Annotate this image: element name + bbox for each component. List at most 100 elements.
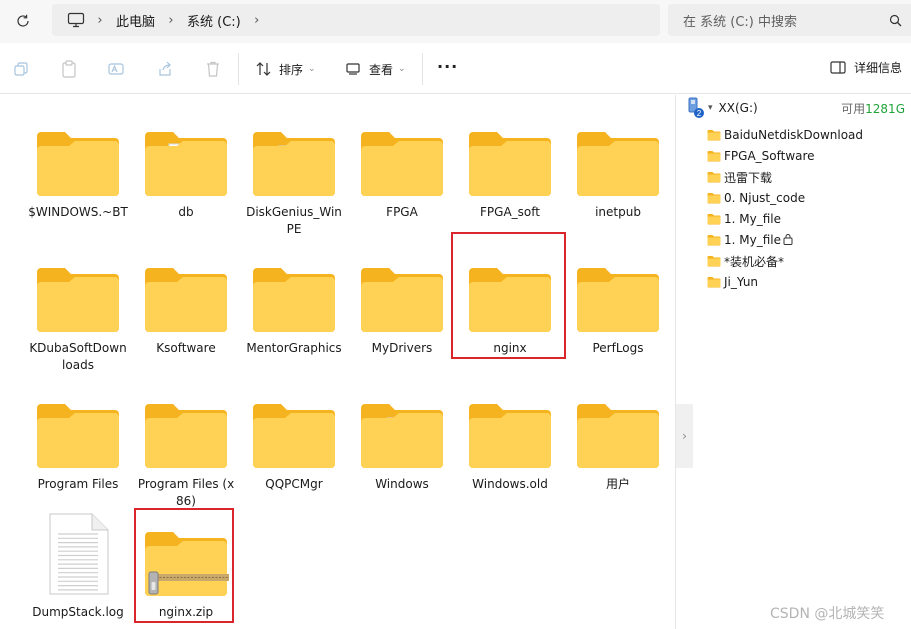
tree-folder-item[interactable]: 0. Njust_code (707, 188, 805, 208)
item-label: Windows.old (472, 477, 548, 491)
delete-icon[interactable] (203, 59, 223, 79)
folder-item[interactable]: QQPCMgr (244, 384, 344, 493)
folder-item[interactable]: MentorGraphics (244, 248, 344, 357)
folder-icon (136, 248, 236, 334)
item-label: Ksoftware (156, 341, 216, 355)
drive-free-space: 可用1281G (841, 100, 905, 117)
expand-arrow-icon[interactable]: ▾ (708, 103, 713, 113)
share-icon[interactable] (155, 59, 175, 79)
tree-folder-item[interactable]: 迅雷下载 (707, 167, 772, 187)
folder-icon (244, 112, 344, 198)
folder-item[interactable]: Program Files (28, 384, 128, 493)
tree-folder-item[interactable]: BaiduNetdiskDownload (707, 125, 863, 145)
folder-item[interactable]: Program Files (x86) (136, 384, 236, 510)
folder-icon (707, 150, 721, 162)
paste-icon[interactable] (59, 59, 79, 79)
folder-icon (460, 112, 560, 198)
folder-item[interactable]: Windows.old (460, 384, 560, 493)
text-file-icon (28, 512, 128, 598)
tree-folder-item[interactable]: 1. My_file (707, 230, 793, 250)
folder-icon (136, 112, 236, 198)
search-icon[interactable] (885, 10, 905, 30)
folder-item[interactable]: FPGA (352, 112, 452, 221)
tree-folder-item[interactable]: FPGA_Software (707, 146, 815, 166)
folder-item[interactable]: FPGA_soft (460, 112, 560, 221)
item-label: PerfLogs (592, 341, 644, 355)
details-label: 详细信息 (854, 61, 903, 75)
view-label: 查看 (369, 62, 394, 77)
tree-folder-item[interactable]: Ji_Yun (707, 272, 758, 292)
folder-icon (707, 192, 721, 204)
folder-item[interactable]: $WINDOWS.~BT (28, 112, 128, 221)
item-label: Windows (375, 477, 429, 491)
tree-item-label: 0. Njust_code (724, 191, 806, 205)
file-item[interactable]: DumpStack.log (28, 512, 128, 621)
drive-badge: 2 (697, 109, 702, 118)
refresh-icon[interactable] (12, 10, 34, 32)
breadcrumb-this-pc[interactable]: 此电脑 (112, 11, 159, 30)
item-label: Program Files (x86) (137, 477, 235, 508)
search-placeholder[interactable]: 在 系统 (C:) 中搜索 (683, 11, 885, 30)
toolbar-divider (422, 53, 423, 85)
chevron-right-icon[interactable]: › (245, 13, 269, 28)
folder-icon (352, 384, 452, 470)
sort-button[interactable]: 排序 ⌄ (256, 57, 316, 81)
folder-item[interactable]: 用户 (568, 384, 668, 493)
tree-item-label: *装机必备* (724, 254, 785, 269)
free-prefix: 可用 (841, 101, 866, 116)
copy-icon[interactable] (11, 59, 31, 79)
folder-icon (707, 213, 721, 225)
view-button[interactable]: 查看 ⌄ (346, 57, 406, 81)
chevron-right-icon[interactable]: › (159, 13, 183, 28)
drive-name: XX(G:) (718, 101, 758, 115)
folder-icon (244, 248, 344, 334)
folder-item[interactable]: KDubaSoftDownloads (28, 248, 128, 374)
pane-divider (675, 95, 676, 629)
more-options-button[interactable]: ··· (437, 57, 458, 76)
tree-item-label: 1. My_file (724, 233, 781, 247)
drive-item[interactable]: 2 ▾ XX(G:) 可用1281G (684, 97, 911, 119)
item-label: DumpStack.log (32, 605, 124, 619)
watermark: CSDN @北城笑笑 (770, 606, 885, 622)
folder-item[interactable]: Windows (352, 384, 452, 493)
folder-icon (352, 112, 452, 198)
folder-item[interactable]: DiskGenius_WinPE (244, 112, 344, 238)
item-label: DiskGenius_WinPE (246, 205, 342, 236)
folder-icon (28, 248, 128, 334)
item-label: QQPCMgr (265, 477, 323, 491)
chevron-right-icon[interactable]: › (682, 429, 687, 443)
folder-icon (244, 384, 344, 470)
chevron-right-icon[interactable]: › (88, 13, 112, 28)
item-label: 用户 (605, 477, 630, 491)
folder-icon (707, 276, 721, 288)
folder-item[interactable]: MyDrivers (352, 248, 452, 357)
breadcrumb[interactable]: › 此电脑 › 系统 (C:) › (52, 4, 660, 36)
toolbar-divider (238, 53, 239, 85)
view-icon (346, 63, 360, 75)
folder-item[interactable]: inetpub (568, 112, 668, 221)
command-bar: 排序 ⌄ 查看 ⌄ ··· 详细信息 (0, 45, 911, 94)
lock-icon (783, 233, 793, 248)
tree-item-label: BaiduNetdiskDownload (724, 128, 864, 142)
tree-folder-item[interactable]: *装机必备* (707, 251, 784, 271)
rename-icon[interactable] (107, 59, 127, 79)
tree-item-label: 1. My_file (724, 212, 781, 226)
folder-icon (707, 234, 721, 246)
folder-item[interactable]: PerfLogs (568, 248, 668, 357)
tree-folder-item[interactable]: 1. My_file (707, 209, 781, 229)
folder-icon (28, 384, 128, 470)
breadcrumb-drive-c[interactable]: 系统 (C:) (183, 11, 245, 30)
folder-item[interactable]: Ksoftware (136, 248, 236, 357)
folder-item[interactable]: db (136, 112, 236, 221)
collapse-pane-button[interactable]: › (676, 404, 693, 468)
monitor-icon[interactable] (64, 8, 88, 32)
search-input[interactable]: 在 系统 (C:) 中搜索 (668, 4, 911, 36)
free-value: 1281G (865, 101, 905, 116)
folder-icon (707, 171, 721, 183)
usb-drive-icon: 2 (688, 97, 704, 118)
item-label: db (178, 205, 194, 219)
item-label: KDubaSoftDownloads (29, 341, 127, 372)
details-pane-button[interactable]: 详细信息 (830, 59, 902, 76)
folder-icon (460, 384, 560, 470)
tree-item-label: FPGA_Software (724, 149, 815, 163)
